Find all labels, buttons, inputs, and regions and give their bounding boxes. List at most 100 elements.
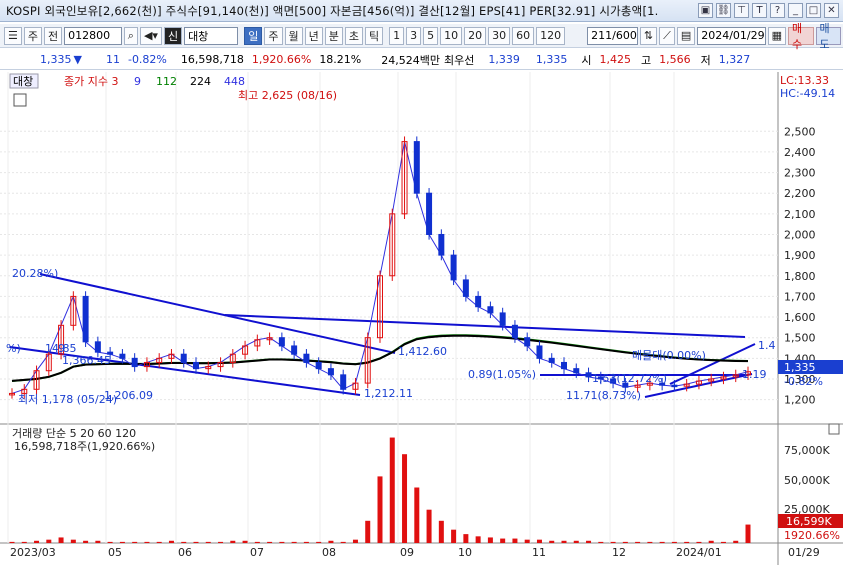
- restore-icon[interactable]: □: [806, 3, 821, 18]
- candle-body: [291, 345, 298, 355]
- volume-bar: [463, 534, 469, 543]
- y-tick-label: 1,900: [784, 249, 816, 262]
- x-tick-label: 09: [400, 546, 414, 559]
- y-tick-label: 2,000: [784, 228, 816, 241]
- best-ask: 1,335: [535, 53, 568, 66]
- candle-body: [462, 279, 469, 297]
- minimize-icon[interactable]: _: [788, 3, 803, 18]
- period-tab[interactable]: 분: [324, 26, 343, 45]
- chart-tool-icon[interactable]: ⇅: [639, 26, 658, 45]
- volume-bar: [377, 476, 383, 543]
- save-icon[interactable]: ▤: [676, 26, 696, 45]
- volume-bar: [402, 454, 408, 543]
- window-title: KOSPI 외국인보유[2,662(천)] 주식수[91,140(천)] 액면[…: [6, 3, 659, 18]
- interval-button[interactable]: 30: [488, 26, 511, 45]
- candle-body: [671, 384, 678, 388]
- search-icon[interactable]: ⌕: [123, 26, 138, 45]
- volume-bar: [193, 541, 199, 543]
- candle-body: [536, 345, 543, 359]
- interval-button[interactable]: 5: [423, 26, 439, 45]
- candle-body: [94, 341, 101, 353]
- trend-annotation: 11.71(8.73%): [566, 389, 641, 402]
- volume-bar: [328, 540, 334, 543]
- count-field[interactable]: 211/600: [587, 26, 638, 45]
- lc-label: LC:13.33: [780, 74, 829, 87]
- interval-button[interactable]: 1: [389, 26, 405, 45]
- volume-bar: [708, 540, 714, 543]
- sell-button[interactable]: 매도: [815, 22, 841, 51]
- candle-body: [524, 337, 531, 347]
- interval-button[interactable]: 10: [440, 26, 463, 45]
- link-icon[interactable]: ⛓: [716, 3, 731, 18]
- close-icon[interactable]: ✕: [824, 3, 839, 18]
- panel-toggle-icon[interactable]: [828, 423, 840, 435]
- volume-bar: [586, 540, 592, 543]
- volume-bar: [156, 541, 162, 543]
- change-percent: -0.82%: [127, 53, 167, 66]
- volume-bar: [291, 541, 297, 543]
- volume-current-text: 16,599K: [786, 515, 832, 528]
- calendar-icon[interactable]: ▦: [767, 26, 787, 45]
- interval-button[interactable]: 20: [464, 26, 487, 45]
- period-tab[interactable]: 월: [284, 26, 303, 45]
- chart-area[interactable]: 2023/03 05 06 07 08 09 10 11 12 2024/01 01/29 2,50…: [0, 72, 843, 565]
- candle-body: [303, 353, 310, 363]
- volume-bar: [21, 541, 27, 543]
- sound-icon[interactable]: ◀▾: [139, 26, 162, 45]
- volume-bar: [610, 541, 616, 543]
- volume-bar: [279, 541, 285, 543]
- interval-button[interactable]: 3: [406, 26, 422, 45]
- trend-annotation: 9: [58, 342, 65, 355]
- volume-bar: [536, 539, 542, 543]
- volume-bar: [720, 541, 726, 543]
- count-value: 211/600: [591, 29, 637, 42]
- stock-name-field[interactable]: 대창: [184, 26, 239, 45]
- table-icon[interactable]: [13, 93, 27, 107]
- x-tick-label: 2024/01: [676, 546, 722, 559]
- candle-body: [499, 312, 506, 326]
- interval-button[interactable]: 60: [512, 26, 535, 45]
- best-quote-label: 최우선: [444, 53, 475, 67]
- y-tick-label: 1,200: [784, 394, 816, 407]
- low-price: 1,327: [718, 53, 751, 66]
- font-icon[interactable]: T: [752, 3, 767, 18]
- trend-annotation: 1,206.09: [104, 389, 153, 402]
- hc-label: HC:-49.14: [780, 87, 835, 100]
- period-tab[interactable]: 틱: [365, 26, 384, 45]
- period-tab[interactable]: 초: [344, 26, 364, 45]
- window-controls: ▣ ⛓ ⊤ T ? _ □ ✕: [698, 3, 839, 18]
- drawing-tool-icon[interactable]: ⟋: [659, 26, 675, 45]
- pin-icon[interactable]: ⊤: [734, 3, 749, 18]
- price-chart[interactable]: 2023/03 05 06 07 08 09 10 11 12 2024/01 01/29 2,50…: [0, 72, 843, 565]
- trend-annotation: %): [6, 342, 21, 355]
- period-tab[interactable]: 년: [304, 26, 323, 45]
- candle-body: [413, 141, 420, 194]
- market-select[interactable]: 주: [23, 26, 42, 45]
- period-tab[interactable]: 주: [264, 26, 283, 45]
- volume-bar: [745, 524, 751, 543]
- interval-button[interactable]: 120: [536, 26, 566, 45]
- volume-bar: [218, 541, 224, 543]
- volume-bar: [647, 541, 653, 543]
- y-tick-label: 2,400: [784, 146, 816, 159]
- date-field[interactable]: 2024/01/29: [697, 26, 766, 45]
- list-icon[interactable]: ☰: [4, 26, 22, 45]
- volume-bar: [132, 541, 138, 543]
- title-bar: KOSPI 외국인보유[2,662(천)] 주식수[91,140(천)] 액면[…: [0, 0, 843, 22]
- x-tick-label: 07: [250, 546, 264, 559]
- trend-annotation: 1,53(12.72%): [592, 372, 667, 385]
- help-icon[interactable]: ?: [770, 3, 785, 18]
- candle-body: [487, 306, 494, 314]
- volume-bar: [549, 540, 555, 543]
- window-icon[interactable]: ▣: [698, 3, 713, 18]
- volume-bar: [659, 541, 665, 543]
- buy-button[interactable]: 매수: [788, 22, 814, 51]
- legend-title: 종가 지수 3: [64, 75, 118, 88]
- volume-bar: [524, 539, 530, 543]
- prefix-button[interactable]: 전: [44, 26, 63, 45]
- period-tab[interactable]: 일: [244, 26, 263, 45]
- candle-body: [340, 374, 347, 390]
- volume-bar: [70, 539, 76, 543]
- stock-code-input[interactable]: 012800: [64, 26, 122, 45]
- volume-bar: [144, 541, 150, 543]
